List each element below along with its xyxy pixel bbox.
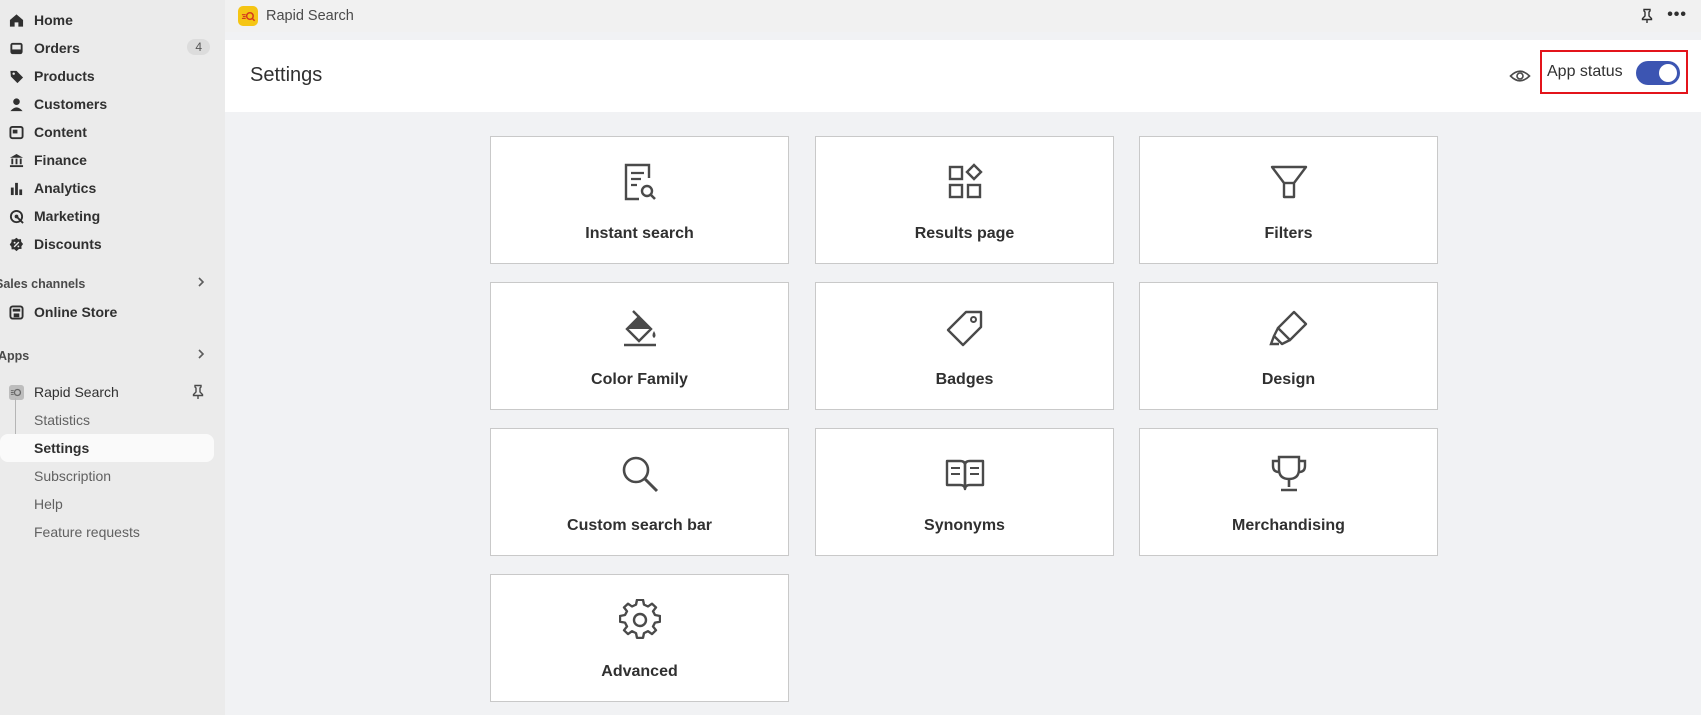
card-custom-search-bar[interactable]: Custom search bar <box>490 428 789 556</box>
nav-item-home[interactable]: Home <box>0 6 214 34</box>
nav-label-orders: Orders <box>34 40 80 56</box>
nav-label-finance: Finance <box>34 152 87 168</box>
card-results-page[interactable]: Results page <box>815 136 1114 264</box>
trophy-icon <box>1271 455 1307 492</box>
subnav-label-feature-requests: Feature requests <box>34 524 140 540</box>
bank-icon <box>8 152 24 168</box>
card-label: Custom search bar <box>567 517 712 534</box>
card-badges[interactable]: Badges <box>815 282 1114 410</box>
nav-label-home: Home <box>34 12 73 28</box>
subnav-item-subscription[interactable]: Subscription <box>0 462 214 490</box>
page-title: Settings <box>250 64 323 86</box>
app-status-label: App status <box>1547 63 1623 80</box>
bar-chart-icon <box>8 180 24 196</box>
card-label: Filters <box>1264 225 1313 242</box>
apps-label: Apps <box>0 349 30 363</box>
nav-item-discounts[interactable]: Discounts <box>0 230 214 258</box>
tag-outline-icon <box>946 310 983 347</box>
topbar-title: Rapid Search <box>266 8 354 24</box>
apps-header[interactable]: Apps <box>0 345 214 367</box>
tag-icon <box>8 68 24 84</box>
rapid-search-logo <box>238 6 258 26</box>
card-label: Results page <box>914 225 1015 242</box>
filter-funnel-icon <box>1270 165 1308 199</box>
nav-item-analytics[interactable]: Analytics <box>0 174 214 202</box>
nav-item-customers[interactable]: Customers <box>0 90 214 118</box>
card-label: Color Family <box>591 371 688 388</box>
nav-item-rapid-search[interactable]: Rapid Search <box>0 378 214 406</box>
nav-label-online-store: Online Store <box>34 304 118 320</box>
card-color-family[interactable]: Color Family <box>490 282 789 410</box>
nav-item-online-store[interactable]: Online Store <box>0 298 214 326</box>
subnav-item-feature-requests[interactable]: Feature requests <box>0 518 214 546</box>
discount-icon <box>8 236 24 252</box>
subnav-label-subscription: Subscription <box>34 468 112 484</box>
nav-label-content: Content <box>34 124 87 140</box>
nav-item-content[interactable]: Content <box>0 118 214 146</box>
card-instant-search[interactable]: Instant search <box>490 136 789 264</box>
nav-item-orders[interactable]: Orders 4 <box>0 34 214 62</box>
app-topbar: Rapid Search ••• <box>225 0 1701 32</box>
nav-label-analytics: Analytics <box>34 180 97 196</box>
card-label: Instant search <box>585 225 694 242</box>
card-synonyms[interactable]: Synonyms <box>815 428 1114 556</box>
toggle-knob <box>1659 64 1677 82</box>
nav-label-discounts: Discounts <box>34 236 102 252</box>
page-header: Settings App status <box>225 40 1701 112</box>
eye-icon[interactable] <box>1509 65 1531 87</box>
card-label: Merchandising <box>1232 517 1345 534</box>
paint-bucket-icon <box>624 310 656 347</box>
sidebar: Home Orders 4 Products Customers Content… <box>0 0 225 715</box>
card-merchandising[interactable]: Merchandising <box>1139 428 1438 556</box>
card-label: Badges <box>935 371 994 388</box>
subnav-label-statistics: Statistics <box>34 412 91 428</box>
nav-label-marketing: Marketing <box>34 208 101 224</box>
magnifier-icon <box>622 456 659 493</box>
subnav-label-settings: Settings <box>34 440 90 456</box>
home-icon <box>8 12 24 28</box>
app-status-toggle[interactable] <box>1636 61 1680 85</box>
pin-icon[interactable] <box>190 384 206 400</box>
more-actions-icon[interactable]: ••• <box>1667 6 1687 24</box>
person-icon <box>8 96 24 112</box>
sales-channels-header[interactable]: Sales channels <box>0 273 214 295</box>
nav-label-products: Products <box>34 68 95 84</box>
pin-icon[interactable] <box>1639 8 1655 24</box>
open-book-icon <box>945 459 985 491</box>
nav-label-rapid-search: Rapid Search <box>34 384 119 400</box>
subnav-item-statistics[interactable]: Statistics <box>0 406 214 434</box>
highlighter-icon <box>1269 310 1308 346</box>
card-label: Synonyms <box>924 517 1005 534</box>
sales-channels-label: Sales channels <box>0 277 86 291</box>
document-search-icon <box>624 163 656 201</box>
store-icon <box>8 304 24 320</box>
nav-label-customers: Customers <box>34 96 108 112</box>
orders-count-badge: 4 <box>187 39 210 55</box>
card-advanced[interactable]: Advanced <box>490 574 789 702</box>
nav-item-marketing[interactable]: Marketing <box>0 202 214 230</box>
app-status-highlight: App status <box>1540 50 1688 94</box>
nav-item-products[interactable]: Products <box>0 62 214 90</box>
grid-shapes-icon <box>948 163 983 199</box>
subnav-item-help[interactable]: Help <box>0 490 214 518</box>
gear-icon <box>619 599 661 639</box>
content-icon <box>8 124 24 140</box>
card-filters[interactable]: Filters <box>1139 136 1438 264</box>
target-icon <box>8 208 24 224</box>
orders-icon <box>8 40 24 56</box>
nav-item-finance[interactable]: Finance <box>0 146 214 174</box>
card-label: Advanced <box>601 663 678 680</box>
chevron-right-icon <box>198 349 205 359</box>
card-design[interactable]: Design <box>1139 282 1438 410</box>
rapid-search-app-icon <box>8 384 24 400</box>
subnav-item-settings[interactable]: Settings <box>0 434 214 462</box>
subnav-label-help: Help <box>34 496 63 512</box>
card-label: Design <box>1261 371 1316 388</box>
chevron-right-icon <box>198 277 205 287</box>
